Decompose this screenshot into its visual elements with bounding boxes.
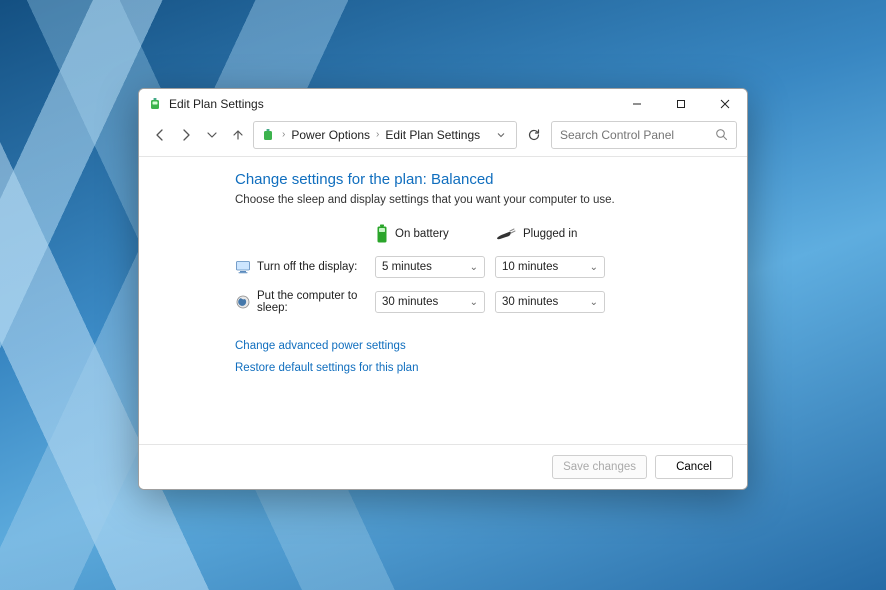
- navigation-bar: › Power Options › Edit Plan Settings: [139, 119, 747, 157]
- window-title: Edit Plan Settings: [169, 97, 615, 111]
- display-icon: [235, 259, 251, 275]
- select-value: 10 minutes: [502, 261, 558, 273]
- row-text: Put the computer to sleep:: [257, 290, 365, 314]
- nav-back-button[interactable]: [149, 123, 171, 147]
- sleep-icon: [235, 294, 251, 310]
- control-panel-icon: [260, 127, 276, 143]
- minimize-button[interactable]: [615, 89, 659, 119]
- display-battery-select[interactable]: 5 minutes ⌄: [375, 256, 485, 278]
- control-panel-window: Edit Plan Settings: [138, 88, 748, 490]
- search-input[interactable]: [560, 128, 715, 142]
- chevron-down-icon: ⌄: [590, 262, 598, 273]
- advanced-power-settings-link[interactable]: Change advanced power settings: [235, 340, 406, 352]
- display-plugged-select[interactable]: 10 minutes ⌄: [495, 256, 605, 278]
- row-label-sleep: Put the computer to sleep:: [235, 290, 365, 314]
- breadcrumb-item[interactable]: Power Options: [291, 128, 370, 142]
- plug-icon: [495, 227, 517, 241]
- page-heading: Change settings for the plan: Balanced: [235, 171, 735, 188]
- address-dropdown-button[interactable]: [492, 130, 510, 140]
- search-icon: [715, 128, 728, 141]
- select-value: 5 minutes: [382, 261, 432, 273]
- sleep-battery-select[interactable]: 30 minutes ⌄: [375, 291, 485, 313]
- cancel-button[interactable]: Cancel: [655, 455, 733, 479]
- address-bar[interactable]: › Power Options › Edit Plan Settings: [253, 121, 517, 149]
- search-box[interactable]: [551, 121, 737, 149]
- chevron-down-icon: ⌄: [470, 297, 478, 308]
- nav-recent-dropdown[interactable]: [201, 123, 223, 147]
- close-button[interactable]: [703, 89, 747, 119]
- row-text: Turn off the display:: [257, 261, 357, 273]
- select-value: 30 minutes: [382, 296, 438, 308]
- page-description: Choose the sleep and display settings th…: [235, 194, 735, 206]
- maximize-button[interactable]: [659, 89, 703, 119]
- footer-buttons: Save changes Cancel: [139, 444, 747, 489]
- restore-defaults-link[interactable]: Restore default settings for this plan: [235, 362, 418, 374]
- breadcrumb-item[interactable]: Edit Plan Settings: [385, 128, 480, 142]
- chevron-down-icon: ⌄: [590, 297, 598, 308]
- refresh-button[interactable]: [521, 121, 547, 149]
- titlebar: Edit Plan Settings: [139, 89, 747, 119]
- links-section: Change advanced power settings Restore d…: [235, 340, 735, 374]
- save-changes-button: Save changes: [552, 455, 647, 479]
- select-value: 30 minutes: [502, 296, 558, 308]
- column-label: Plugged in: [523, 228, 577, 240]
- sleep-plugged-select[interactable]: 30 minutes ⌄: [495, 291, 605, 313]
- column-label: On battery: [395, 228, 449, 240]
- power-options-app-icon: [147, 96, 163, 112]
- nav-forward-button[interactable]: [175, 123, 197, 147]
- column-header-plugged: Plugged in: [495, 227, 605, 241]
- row-label-display: Turn off the display:: [235, 259, 365, 275]
- chevron-right-icon[interactable]: ›: [280, 129, 287, 140]
- content-area: Change settings for the plan: Balanced C…: [139, 157, 747, 444]
- column-header-battery: On battery: [375, 224, 485, 244]
- settings-grid: On battery Plugged in: [235, 224, 735, 314]
- battery-icon: [375, 224, 389, 244]
- nav-up-button[interactable]: [227, 123, 249, 147]
- chevron-right-icon[interactable]: ›: [374, 129, 381, 140]
- chevron-down-icon: ⌄: [470, 262, 478, 273]
